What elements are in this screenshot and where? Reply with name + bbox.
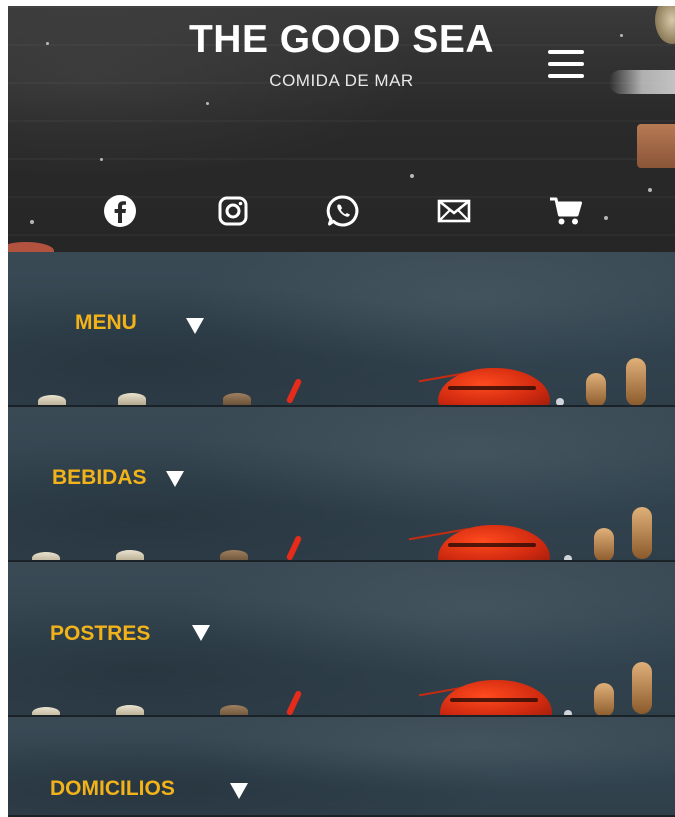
clam-decoration: [223, 393, 251, 405]
section-domicilios[interactable]: DOMICILIOS: [8, 717, 675, 817]
header-banner: THE GOOD SEA COMIDA DE MAR: [8, 6, 675, 252]
wood-decoration: [637, 124, 675, 168]
clam-decoration: [38, 395, 66, 407]
menu-bar: [548, 62, 584, 66]
section-postres[interactable]: POSTRES: [8, 562, 675, 717]
caret-down-icon[interactable]: [186, 318, 204, 334]
shrimp-decoration: [632, 507, 652, 559]
facebook-icon[interactable]: [102, 193, 138, 229]
clam-decoration: [32, 552, 60, 562]
instagram-icon[interactable]: [215, 193, 251, 229]
section-menu[interactable]: MENU: [8, 252, 675, 407]
shrimp-decoration: [626, 358, 646, 406]
salt-speck: [206, 102, 209, 105]
caret-down-icon[interactable]: [192, 625, 210, 641]
shrimp-decoration: [594, 528, 614, 562]
pebble-decoration: [564, 555, 572, 562]
app-frame: THE GOOD SEA COMIDA DE MAR MENU BEBIDAS …: [8, 6, 675, 817]
whatsapp-icon[interactable]: [325, 193, 361, 229]
salt-speck: [100, 158, 103, 161]
cart-icon[interactable]: [548, 193, 584, 229]
shrimp-decoration: [594, 683, 614, 717]
chili-decoration: [285, 534, 303, 562]
chili-decoration: [285, 689, 303, 717]
chili-decoration: [285, 377, 303, 405]
shrimp-decoration: [586, 373, 606, 407]
salt-speck: [30, 220, 34, 224]
lobster-decoration: [440, 680, 552, 717]
clam-decoration: [118, 393, 146, 405]
clam-decoration: [32, 707, 60, 717]
clam-decoration: [116, 550, 144, 562]
mail-icon[interactable]: [436, 193, 472, 229]
menu-bar: [548, 50, 584, 54]
hamburger-menu-icon[interactable]: [548, 50, 584, 82]
red-decoration: [8, 242, 54, 252]
section-label-bebidas: BEBIDAS: [52, 466, 147, 489]
section-label-domicilios: DOMICILIOS: [50, 777, 175, 800]
salt-speck: [410, 174, 414, 178]
salt-speck: [648, 188, 652, 192]
section-bebidas[interactable]: BEBIDAS: [8, 407, 675, 562]
caret-down-icon[interactable]: [166, 471, 184, 487]
salt-speck: [604, 216, 608, 220]
caret-down-icon[interactable]: [230, 783, 248, 799]
clam-decoration: [220, 705, 248, 717]
menu-bar: [548, 74, 584, 78]
section-label-menu: MENU: [75, 311, 137, 334]
clam-decoration: [220, 550, 248, 562]
pebble-decoration: [564, 710, 572, 717]
clam-decoration: [116, 705, 144, 717]
section-label-postres: POSTRES: [50, 622, 151, 645]
pebble-decoration: [556, 398, 564, 406]
shrimp-decoration: [632, 662, 652, 714]
